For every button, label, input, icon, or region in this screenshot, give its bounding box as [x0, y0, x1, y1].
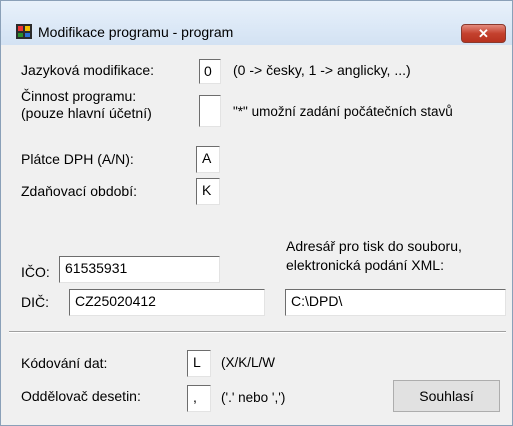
close-button[interactable]: ✕: [461, 24, 506, 43]
decimal-sep-hint: ('.' nebo ','): [221, 390, 286, 405]
agree-button[interactable]: Souhlasí: [393, 380, 500, 412]
activity-label: Činnost programu: (pouze hlavní účetní): [21, 88, 152, 121]
decimal-sep-input[interactable]: ,: [187, 385, 211, 412]
language-label: Jazyková modifikace:: [21, 62, 155, 78]
dic-input[interactable]: CZ25020412: [69, 289, 265, 316]
title-bar: Modifikace programu - program ✕: [1, 1, 512, 45]
encoding-label: Kódování dat:: [21, 355, 108, 371]
print-dir-label: Adresář pro tisk do souboru, elektronick…: [286, 238, 462, 273]
separator: [9, 331, 506, 333]
decimal-sep-label: Oddělovač desetin:: [21, 388, 141, 404]
close-icon: ✕: [478, 26, 489, 41]
tax-period-label: Zdaňovací období:: [21, 183, 137, 199]
window-title: Modifikace programu - program: [38, 24, 234, 40]
encoding-input[interactable]: L: [187, 350, 211, 377]
app-icon: [16, 24, 32, 39]
language-input[interactable]: 0: [199, 59, 221, 84]
print-dir-input[interactable]: C:\DPD\: [285, 289, 506, 316]
ico-label: IČO:: [21, 264, 50, 280]
encoding-hint: (X/K/L/W: [221, 355, 276, 370]
activity-input[interactable]: [199, 95, 221, 127]
vat-payer-input[interactable]: A: [196, 146, 220, 173]
dialog-client-area: Jazyková modifikace: 0 (0 -> česky, 1 ->…: [9, 45, 506, 419]
tax-period-input[interactable]: K: [196, 178, 220, 205]
activity-hint: "*" umožní zadání počátečních stavů: [233, 104, 453, 119]
vat-payer-label: Plátce DPH (A/N):: [21, 151, 134, 167]
language-hint: (0 -> česky, 1 -> anglicky, ...): [233, 62, 411, 78]
dialog-window: Modifikace programu - program ✕ Jazyková…: [0, 0, 513, 426]
dic-label: DIČ:: [21, 294, 49, 310]
ico-input[interactable]: 61535931: [59, 256, 220, 283]
